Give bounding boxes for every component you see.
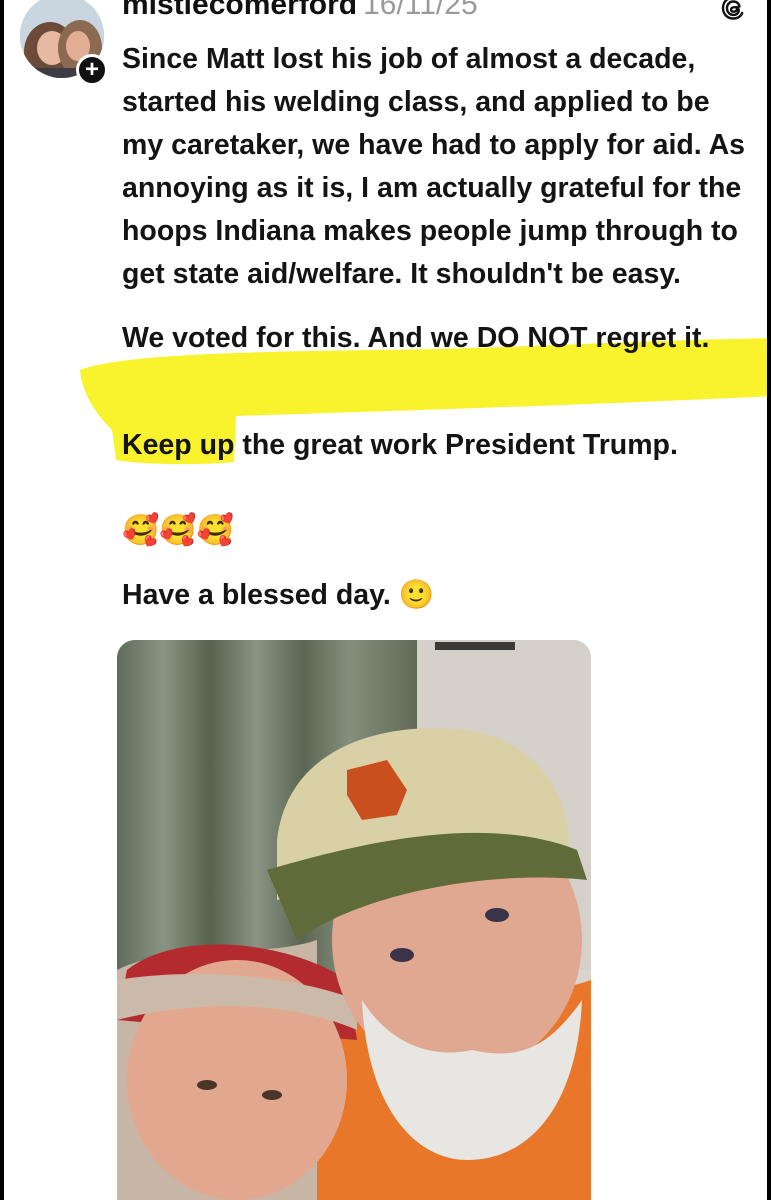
post-screen: + mistiecomerford 16/11/25 Since Matt los…: [4, 0, 767, 1200]
post-paragraph: Have a blessed day. 🙂: [122, 579, 435, 611]
post-photo[interactable]: [117, 640, 591, 1200]
post-header: mistiecomerford 16/11/25: [122, 0, 478, 22]
emoji-row: 🥰🥰🥰: [122, 514, 235, 547]
timestamp: 16/11/25: [363, 0, 478, 21]
post-photo-image: [117, 640, 591, 1200]
plus-badge-icon[interactable]: +: [76, 54, 108, 86]
username[interactable]: mistiecomerford: [122, 0, 357, 21]
threads-logo-icon[interactable]: [719, 0, 747, 22]
post-paragraph: Keep up the great work President Trump. …: [122, 381, 747, 553]
post-paragraph-highlighted: We voted for this. And we DO NOT regret …: [122, 322, 710, 354]
post-body: Since Matt lost his job of almost a deca…: [122, 38, 747, 617]
post-paragraph: Since Matt lost his job of almost a deca…: [122, 43, 746, 290]
post-line: Keep up the great work President Trump.: [122, 429, 678, 461]
